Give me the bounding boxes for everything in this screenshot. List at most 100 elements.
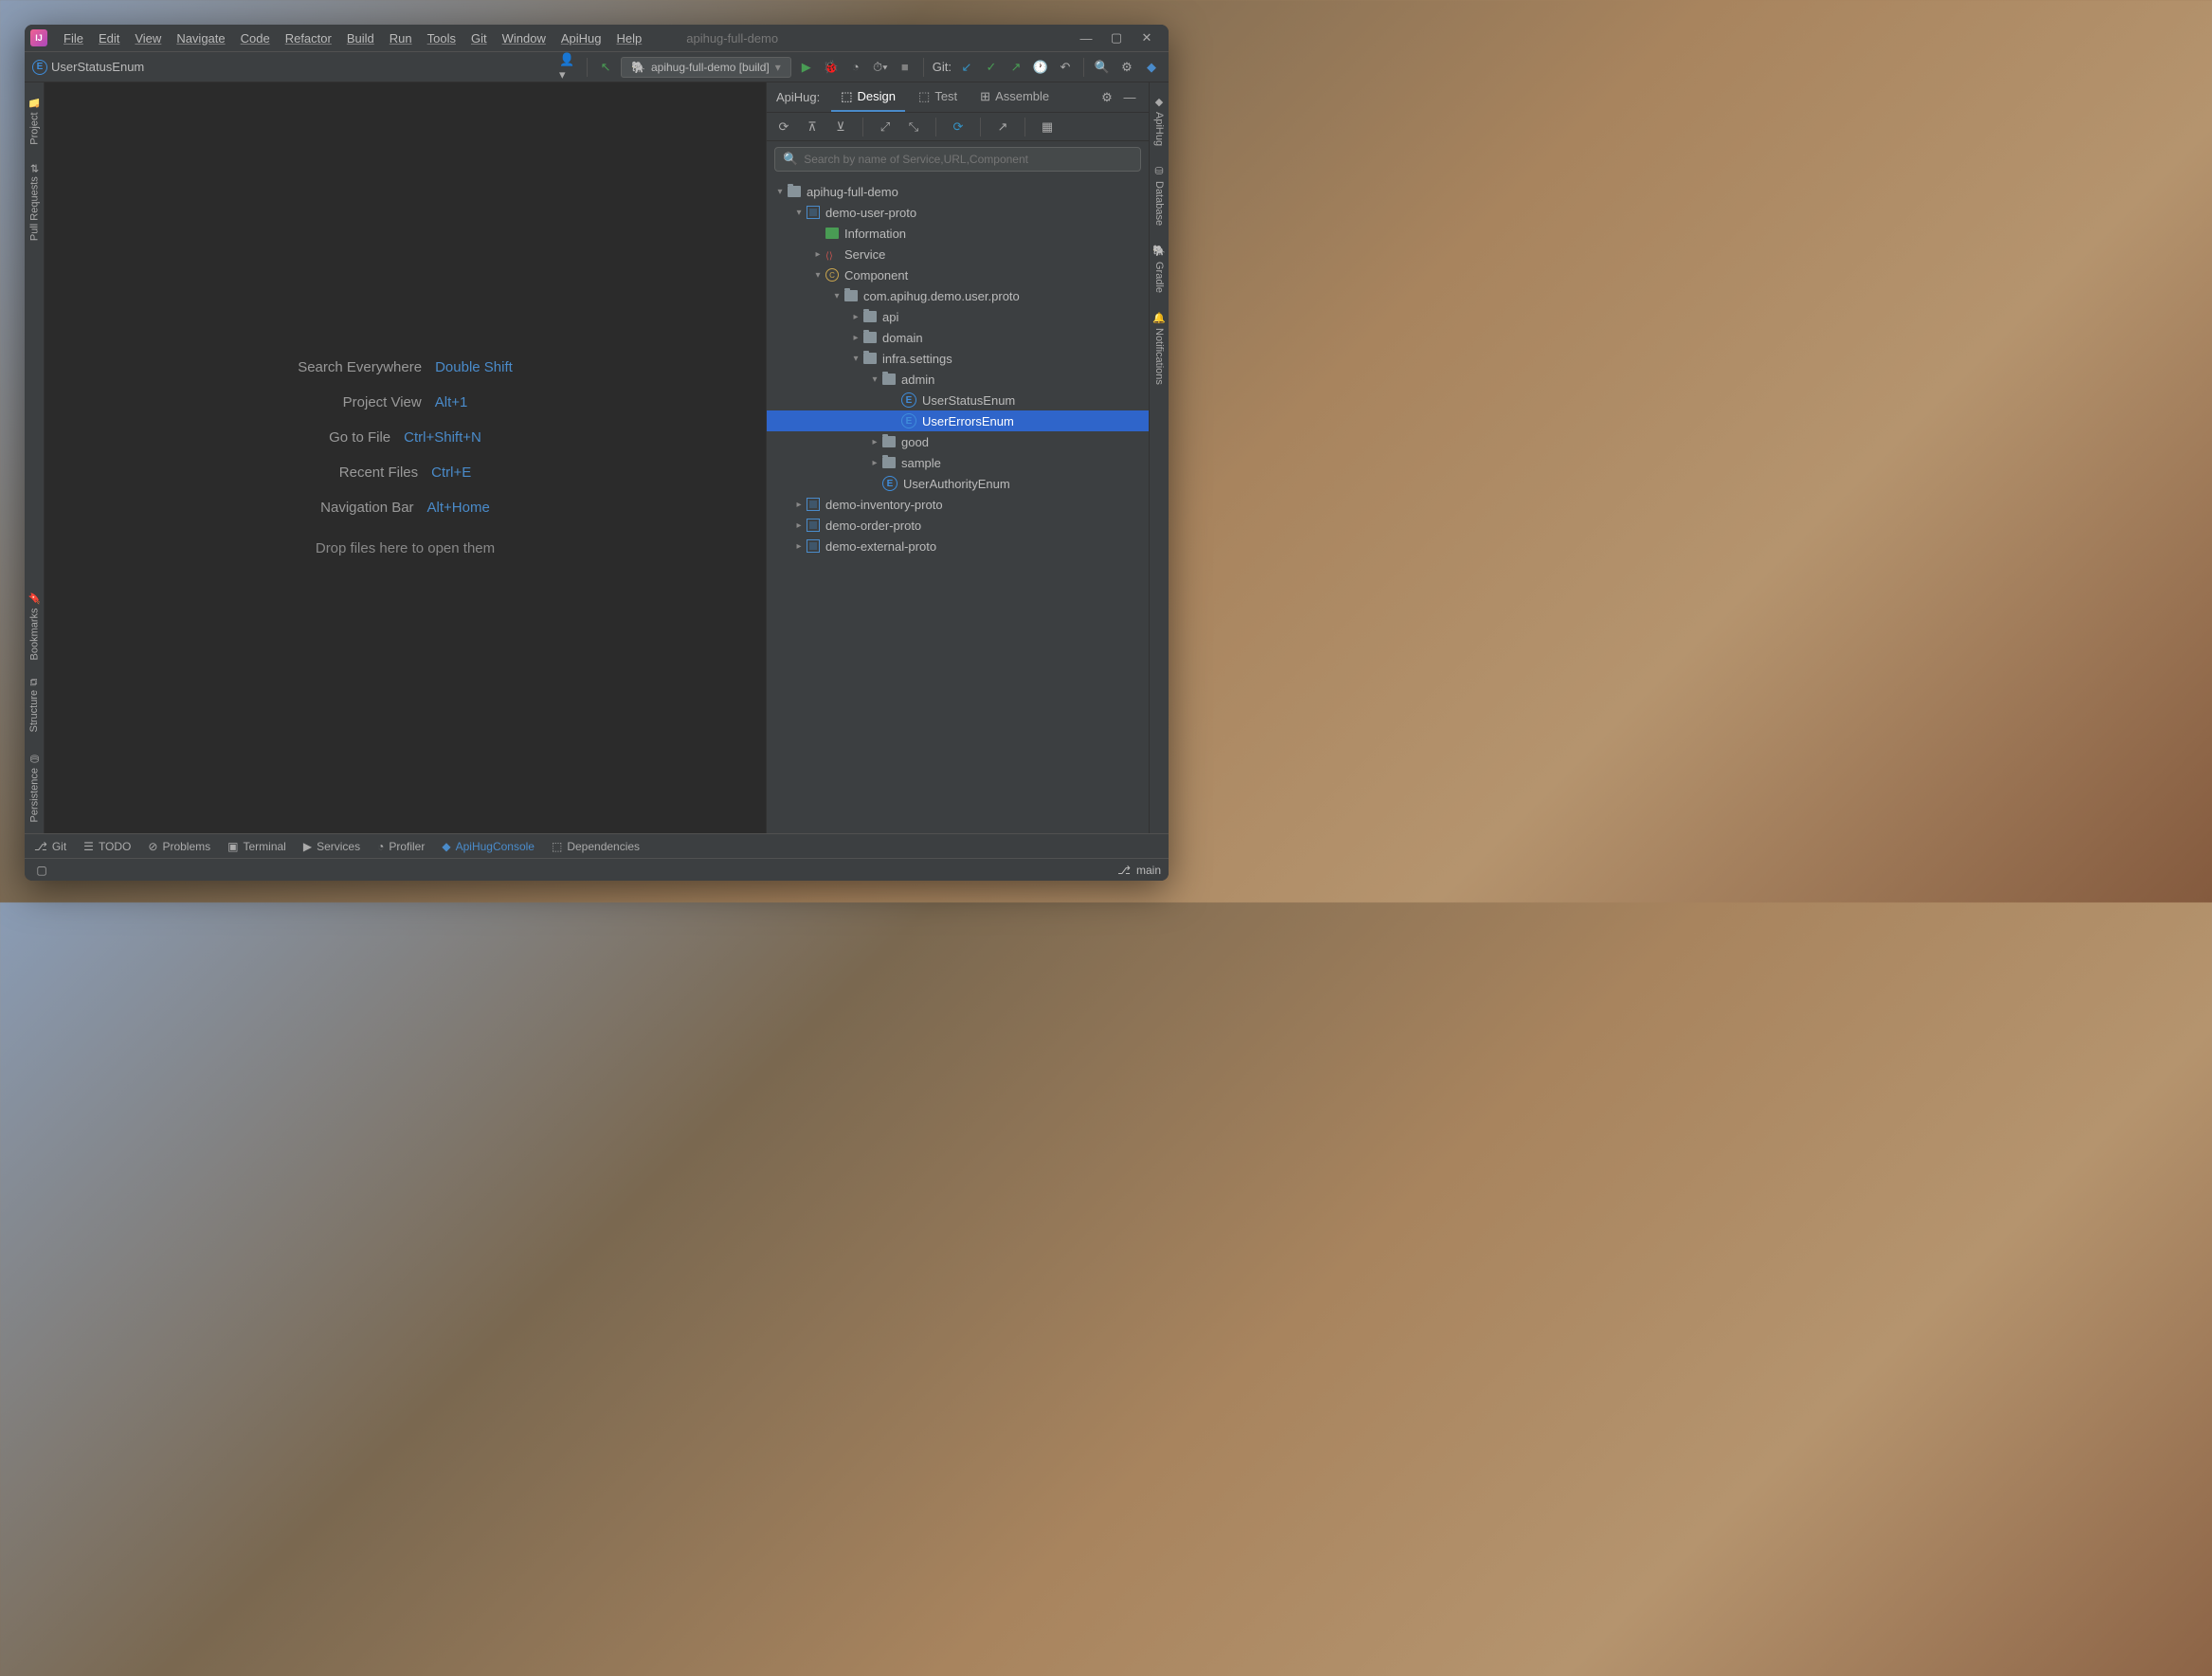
- settings-icon[interactable]: ⚙: [1117, 58, 1136, 77]
- tree-arrow-icon[interactable]: [848, 354, 863, 364]
- btab-git[interactable]: ⎇ Git: [34, 840, 66, 853]
- panel-minimize-icon[interactable]: —: [1120, 88, 1139, 107]
- tool-window-icon[interactable]: ▢: [32, 861, 51, 880]
- tree-module[interactable]: demo-user-proto: [767, 202, 1149, 223]
- tree-service[interactable]: Service: [767, 244, 1149, 264]
- collapse-icon[interactable]: ⊻: [831, 118, 850, 137]
- tree-module[interactable]: demo-inventory-proto: [767, 494, 1149, 515]
- panel-settings-icon[interactable]: ⚙: [1097, 88, 1116, 107]
- tree-arrow-icon[interactable]: [867, 458, 882, 468]
- tree-enum[interactable]: EUserErrorsEnum: [767, 410, 1149, 431]
- tree-folder[interactable]: good: [767, 431, 1149, 452]
- search-box[interactable]: 🔍: [774, 147, 1141, 172]
- editor-area[interactable]: Search EverywhereDouble Shift Project Vi…: [45, 82, 767, 833]
- minimize-button[interactable]: —: [1079, 31, 1093, 45]
- btab-apihugconsole[interactable]: ◆ ApiHugConsole: [442, 840, 535, 853]
- user-icon[interactable]: 👤▾: [559, 58, 578, 77]
- tab-design[interactable]: ⬚Design: [831, 83, 905, 112]
- tree-folder[interactable]: admin: [767, 369, 1149, 390]
- tree-arrow-icon[interactable]: [848, 333, 863, 343]
- tree-component[interactable]: CComponent: [767, 264, 1149, 285]
- branch-icon[interactable]: ⎇: [1117, 864, 1131, 877]
- menu-window[interactable]: Window: [496, 27, 553, 49]
- tree-folder[interactable]: sample: [767, 452, 1149, 473]
- tree-arrow-icon[interactable]: [867, 437, 882, 447]
- tree-arrow-icon[interactable]: [848, 312, 863, 322]
- run-icon[interactable]: ▶: [797, 58, 816, 77]
- tree-root[interactable]: apihug-full-demo: [767, 181, 1149, 202]
- right-tab-database[interactable]: ⛁Database: [1151, 157, 1168, 233]
- menu-git[interactable]: Git: [464, 27, 494, 49]
- btab-dependencies[interactable]: ⬚ Dependencies: [552, 840, 640, 853]
- btab-todo[interactable]: ☰ TODO: [83, 840, 131, 853]
- menu-code[interactable]: Code: [234, 27, 277, 49]
- branch-name[interactable]: main: [1136, 864, 1161, 877]
- coverage-icon[interactable]: ◔: [846, 58, 865, 77]
- breadcrumb[interactable]: E UserStatusEnum: [32, 60, 553, 75]
- tree-enum[interactable]: EUserAuthorityEnum: [767, 473, 1149, 494]
- menu-help[interactable]: Help: [610, 27, 649, 49]
- zoom-in-icon[interactable]: ⤢: [876, 118, 895, 137]
- zoom-out-icon[interactable]: ⤡: [904, 118, 923, 137]
- git-rollback-icon[interactable]: ↶: [1056, 58, 1075, 77]
- left-tab-project[interactable]: Project📁: [27, 88, 43, 153]
- close-button[interactable]: ✕: [1140, 31, 1153, 45]
- stop-icon[interactable]: ■: [896, 58, 915, 77]
- maximize-button[interactable]: ▢: [1110, 31, 1123, 45]
- sync-icon[interactable]: ⟳: [949, 118, 968, 137]
- tree-package[interactable]: com.apihug.demo.user.proto: [767, 285, 1149, 306]
- git-push-icon[interactable]: ↗: [1006, 58, 1025, 77]
- profile-icon[interactable]: ⏱▾: [871, 58, 890, 77]
- tree-folder[interactable]: domain: [767, 327, 1149, 348]
- run-config-selector[interactable]: 🐘 apihug-full-demo [build] ▾: [621, 57, 791, 78]
- tree-arrow-icon[interactable]: [810, 249, 825, 260]
- left-tab-pull-requests[interactable]: Pull Requests⇄: [27, 156, 43, 248]
- menu-navigate[interactable]: Navigate: [170, 27, 231, 49]
- tree-arrow-icon[interactable]: [791, 520, 807, 531]
- tab-assemble[interactable]: ⊞Assemble: [970, 83, 1059, 112]
- left-tab-bookmarks[interactable]: Bookmarks🔖: [27, 584, 43, 667]
- tree-arrow-icon[interactable]: [810, 270, 825, 281]
- tree-arrow-icon[interactable]: [829, 291, 844, 301]
- btab-problems[interactable]: ⊘ Problems: [148, 840, 210, 853]
- tree-enum[interactable]: EUserStatusEnum: [767, 390, 1149, 410]
- tree-module[interactable]: demo-order-proto: [767, 515, 1149, 536]
- git-pull-icon[interactable]: ↙: [957, 58, 976, 77]
- menu-file[interactable]: File: [57, 27, 90, 49]
- search-input[interactable]: [804, 153, 1133, 166]
- tree-arrow-icon[interactable]: [772, 187, 788, 197]
- expand-icon[interactable]: ⊼: [803, 118, 822, 137]
- right-tab-gradle[interactable]: 🐘Gradle: [1151, 237, 1168, 300]
- btab-services[interactable]: ▶ Services: [303, 840, 360, 853]
- plugin-icon[interactable]: ◆: [1142, 58, 1161, 77]
- tree-arrow-icon[interactable]: [791, 541, 807, 552]
- menu-run[interactable]: Run: [383, 27, 419, 49]
- debug-icon[interactable]: 🐞: [822, 58, 841, 77]
- search-icon[interactable]: 🔍: [1093, 58, 1112, 77]
- git-commit-icon[interactable]: ✓: [982, 58, 1001, 77]
- tree-arrow-icon[interactable]: [867, 374, 882, 385]
- right-tab-apihug[interactable]: ◆ApiHug: [1151, 88, 1168, 154]
- tree-folder[interactable]: api: [767, 306, 1149, 327]
- menu-build[interactable]: Build: [340, 27, 381, 49]
- right-tab-notifications[interactable]: 🔔Notifications: [1151, 304, 1168, 392]
- tree-folder[interactable]: infra.settings: [767, 348, 1149, 369]
- grid-icon[interactable]: ▦: [1038, 118, 1057, 137]
- refresh-icon[interactable]: ⟳: [774, 118, 793, 137]
- left-tab-structure[interactable]: Structure⧉: [27, 671, 42, 740]
- tree-module[interactable]: demo-external-proto: [767, 536, 1149, 556]
- external-link-icon[interactable]: ↗: [993, 118, 1012, 137]
- menu-view[interactable]: View: [128, 27, 168, 49]
- menu-tools[interactable]: Tools: [421, 27, 462, 49]
- tree-info[interactable]: Information: [767, 223, 1149, 244]
- menu-edit[interactable]: Edit: [92, 27, 126, 49]
- btab-profiler[interactable]: ◔ Profiler: [377, 840, 425, 853]
- btab-terminal[interactable]: ▣ Terminal: [227, 840, 286, 853]
- menu-apihug[interactable]: ApiHug: [554, 27, 608, 49]
- tree-arrow-icon[interactable]: [791, 500, 807, 510]
- tab-test[interactable]: ⬚Test: [909, 83, 967, 112]
- hammer-icon[interactable]: ↖: [596, 58, 615, 77]
- menu-refactor[interactable]: Refactor: [279, 27, 338, 49]
- git-history-icon[interactable]: 🕐: [1031, 58, 1050, 77]
- tree-arrow-icon[interactable]: [791, 208, 807, 218]
